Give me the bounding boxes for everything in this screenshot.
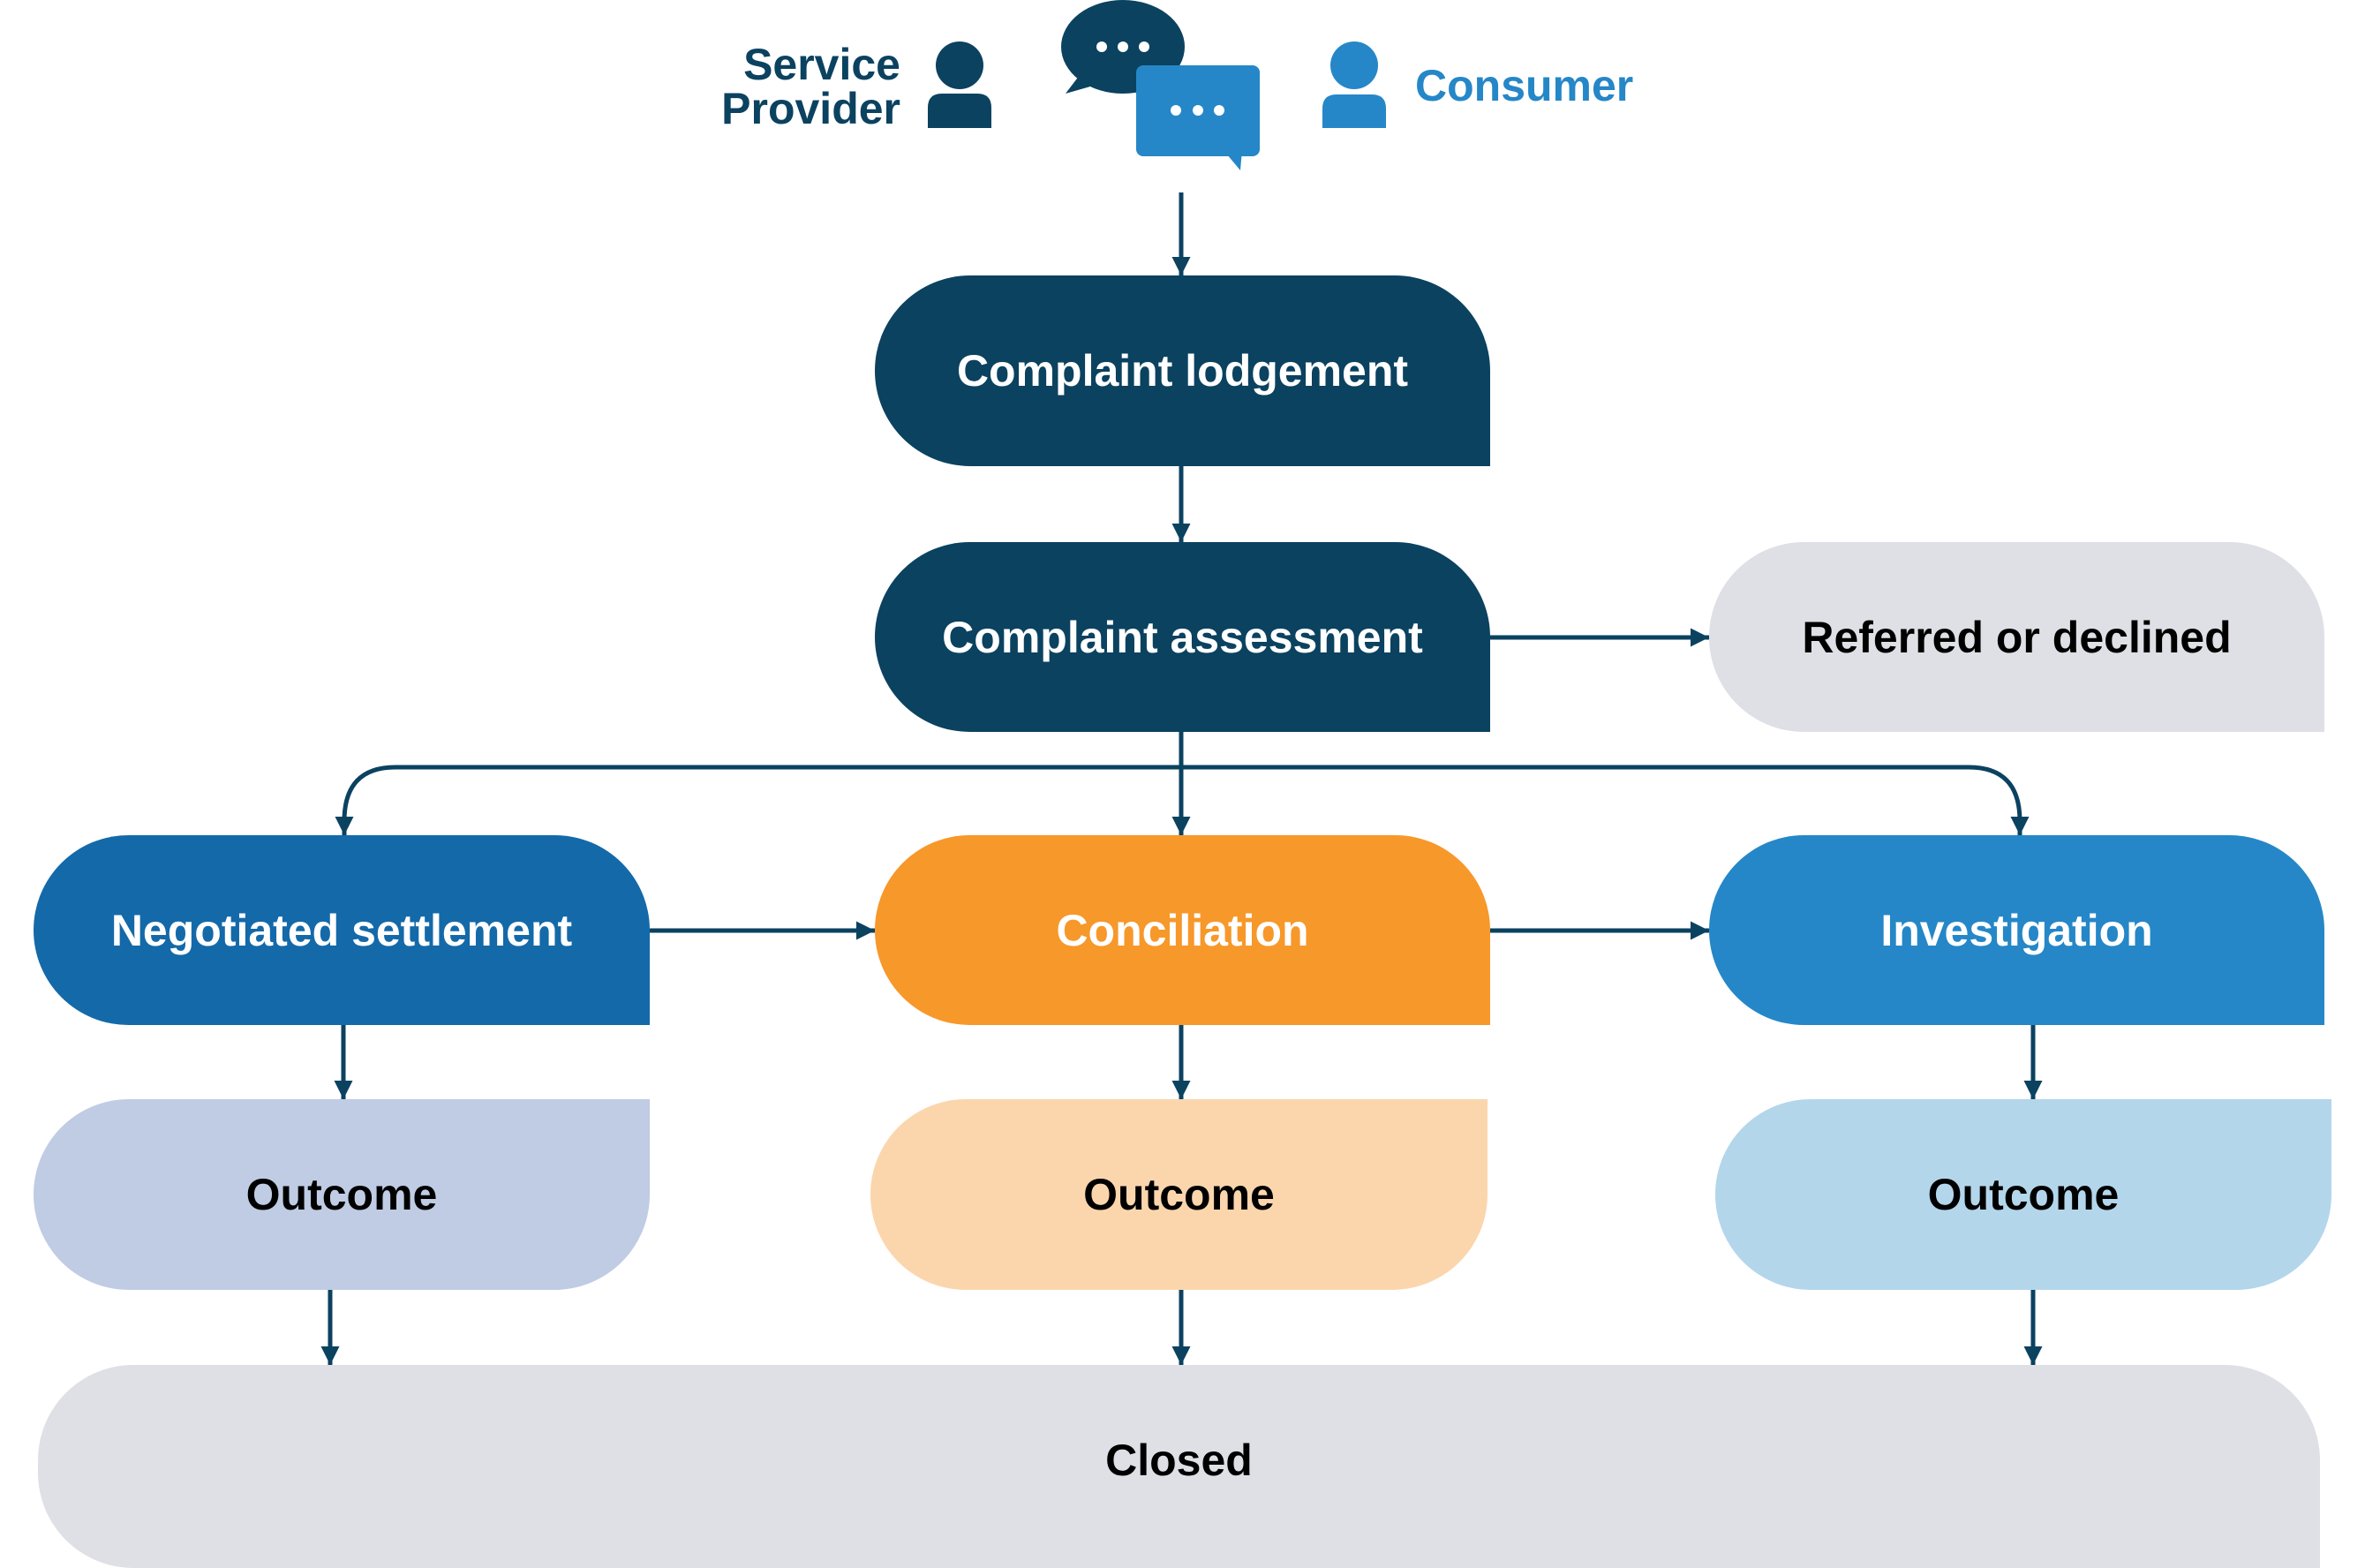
node-label: Outcome	[245, 1170, 438, 1219]
node-complaint-lodgement: Complaint lodgement	[875, 275, 1490, 466]
node-referred-or-declined: Referred or declined	[1709, 542, 2324, 732]
edge-assessment-to-negotiated	[335, 765, 1181, 835]
connectors	[320, 192, 2043, 1365]
node-label: Negotiated settlement	[110, 905, 573, 955]
node-complaint-assessment: Complaint assessment	[875, 542, 1490, 732]
node-label: Complaint assessment	[942, 612, 1423, 662]
node-outcome-negotiated: Outcome	[34, 1099, 650, 1290]
node-negotiated-settlement: Negotiated settlement	[34, 835, 650, 1025]
node-outcome-conciliation: Outcome	[870, 1099, 1488, 1290]
node-label: Referred or declined	[1802, 612, 2232, 662]
node-conciliation: Conciliation	[875, 835, 1490, 1025]
node-closed: Closed	[38, 1365, 2320, 1568]
node-label: Investigation	[1880, 905, 2153, 955]
node-label: Closed	[1105, 1436, 1253, 1485]
edge-assessment-to-investigation	[1181, 765, 2030, 835]
node-investigation: Investigation	[1709, 835, 2324, 1025]
node-label: Outcome	[1927, 1170, 2120, 1219]
node-label: Outcome	[1083, 1170, 1275, 1219]
node-outcome-investigation: Outcome	[1715, 1099, 2331, 1290]
node-label: Complaint lodgement	[956, 346, 1409, 396]
node-label: Conciliation	[1056, 905, 1309, 955]
